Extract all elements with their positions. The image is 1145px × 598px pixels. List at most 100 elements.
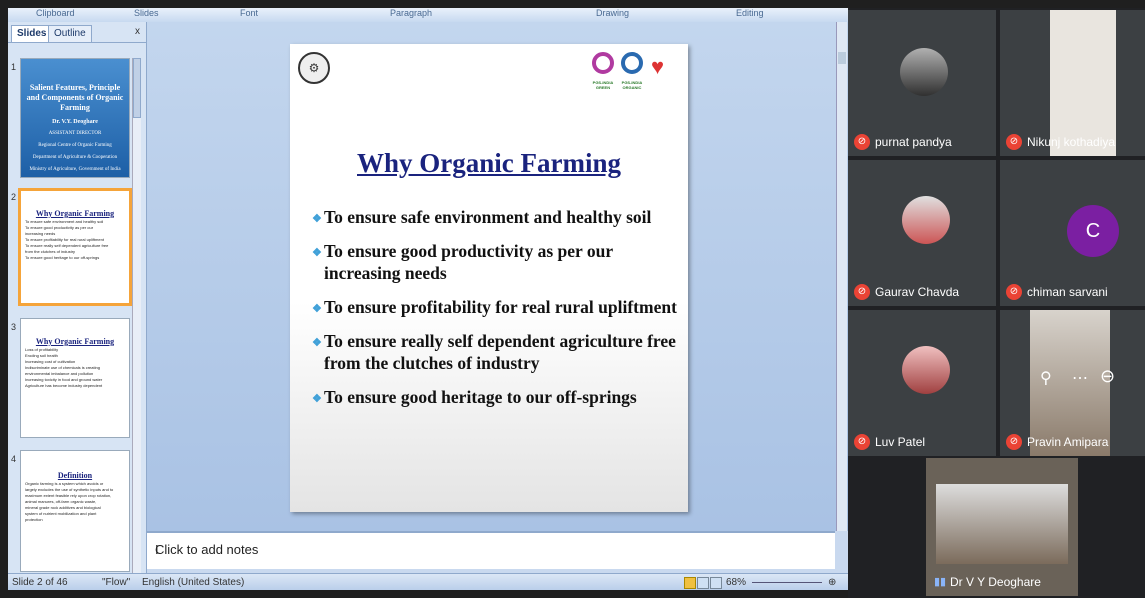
thumb-line: To ensure really self dependent agricult… bbox=[25, 243, 109, 248]
remove-icon[interactable]: ⊖ bbox=[1100, 366, 1115, 387]
ribbon-editing[interactable]: Editing bbox=[736, 8, 764, 18]
participant-name: chiman sarvani bbox=[1027, 285, 1108, 299]
thumb-line: Agriculture has become industry dependen… bbox=[25, 383, 103, 388]
ribbon-paragraph[interactable]: Paragraph bbox=[390, 8, 432, 18]
mic-off-icon: ⊘ bbox=[1006, 434, 1022, 450]
mic-off-icon: ⊘ bbox=[854, 284, 870, 300]
meeting-panel: ⊘ purnat pandya ⊘ Nikunj kothadiya ⊘ Gau… bbox=[848, 8, 1145, 598]
participant-name: Pravin Amipara bbox=[1027, 435, 1109, 449]
mic-off-icon: ⊘ bbox=[854, 434, 870, 450]
notes-pane[interactable]: Click to add notes I bbox=[147, 531, 835, 569]
thumb-line: To ensure good heritage to our off-sprin… bbox=[25, 255, 100, 260]
slideshow-icon[interactable] bbox=[710, 577, 722, 589]
zoom-slider[interactable] bbox=[752, 582, 822, 583]
text-cursor-icon: I bbox=[155, 542, 159, 557]
slide-thumbnail-3[interactable]: Why Organic Farming Loss of profitabilit… bbox=[20, 318, 130, 438]
thumb-title: Why Organic Farming bbox=[35, 337, 115, 346]
participant-tile[interactable]: C ⊘ chiman sarvani bbox=[1000, 160, 1145, 306]
ribbon-drawing[interactable]: Drawing bbox=[596, 8, 629, 18]
video-feed bbox=[936, 484, 1068, 564]
thumbnail-scrollbar[interactable] bbox=[132, 58, 141, 578]
thumb-number: 4 bbox=[11, 454, 17, 464]
ribbon-slides[interactable]: Slides bbox=[134, 8, 159, 18]
ribbon-font[interactable]: Font bbox=[240, 8, 258, 18]
tab-slides[interactable]: Slides bbox=[11, 25, 53, 42]
tab-outline[interactable]: Outline bbox=[48, 25, 92, 42]
zoom-level[interactable]: 68% bbox=[726, 577, 746, 588]
thumb-author: Dr. V.Y. Deoghare bbox=[52, 119, 98, 125]
more-options-icon[interactable]: ⋯ bbox=[1072, 368, 1088, 388]
thumb-line: Department of Agriculture & Cooperation bbox=[32, 155, 118, 160]
thumb-line: Increasing cost of cultivation bbox=[25, 359, 76, 364]
thumb-line: ASSISTANT DIRECTOR bbox=[48, 131, 102, 136]
pgs-green-label: PGS-INDIA GREEN bbox=[592, 80, 614, 90]
thumb-line: To ensure good productivity as per our bbox=[25, 225, 94, 230]
fit-slide-icon[interactable]: ⊕ bbox=[828, 577, 836, 588]
slide-canvas[interactable]: ⚙ PGS-INDIA GREEN PGS-INDIA ORGANIC ♥ Wh… bbox=[290, 44, 688, 512]
slide-scrollbar[interactable] bbox=[836, 22, 847, 531]
bullet-diamond-icon: ❖ bbox=[312, 303, 322, 315]
avatar bbox=[902, 346, 950, 394]
participant-tile[interactable]: ⊘ Nikunj kothadiya bbox=[1000, 10, 1145, 156]
pgs-organic-logo: PGS-INDIA ORGANIC bbox=[619, 50, 645, 90]
bullet-text: from the clutches of industry bbox=[324, 353, 540, 373]
slide-thumbnail-1[interactable]: Salient Features, Principle and Componen… bbox=[20, 58, 130, 178]
thumb-line: animal manures, off-farm organic waste, bbox=[25, 499, 97, 504]
participant-name: Nikunj kothadiya bbox=[1027, 135, 1116, 149]
scroll-thumb[interactable] bbox=[133, 58, 141, 118]
thumb-line: largely excludes the use of synthetic in… bbox=[25, 487, 114, 492]
slides-panel: Slides Outline x 1 Salient Features, Pri… bbox=[8, 22, 147, 578]
slide-thumbnail-2[interactable]: Why Organic Farming To ensure safe envir… bbox=[18, 188, 132, 306]
slide-edit-area: ⚙ PGS-INDIA GREEN PGS-INDIA ORGANIC ♥ Wh… bbox=[147, 22, 848, 531]
bullet-text: To ensure good productivity as per our bbox=[324, 241, 614, 261]
thumb-line: Regional Centre of Organic Farming bbox=[38, 143, 112, 148]
logo-group: PGS-INDIA GREEN PGS-INDIA ORGANIC ♥ bbox=[590, 50, 678, 90]
thumb-title: Why Organic Farming bbox=[35, 209, 115, 218]
status-bar: Slide 2 of 46 "Flow" English (United Sta… bbox=[8, 573, 848, 590]
ribbon-clipboard[interactable]: Clipboard bbox=[36, 8, 75, 18]
emblem-logo: ⚙ bbox=[298, 52, 330, 84]
language-indicator[interactable]: English (United States) bbox=[142, 577, 244, 588]
avatar-initial: C bbox=[1067, 205, 1119, 257]
thumb-title: Salient Features, Principle and Componen… bbox=[26, 83, 124, 112]
slide-count: Slide 2 of 46 bbox=[12, 577, 68, 588]
participant-name: purnat pandya bbox=[875, 135, 952, 149]
thumb-line: maximum extent feasible rely upon crop r… bbox=[25, 493, 112, 498]
bullet-diamond-icon: ❖ bbox=[312, 393, 322, 405]
pgs-green-logo: PGS-INDIA GREEN bbox=[590, 50, 616, 90]
thumb-number: 3 bbox=[11, 322, 17, 332]
pin-icon[interactable]: ⚲ bbox=[1040, 368, 1052, 388]
thumb-line: Indiscriminate use of chemicals is creat… bbox=[25, 365, 100, 370]
bullet-list: ❖ To ensure safe environment and healthy … bbox=[312, 206, 680, 420]
mic-off-icon: ⊘ bbox=[854, 134, 870, 150]
close-icon[interactable]: x bbox=[135, 26, 140, 37]
bullet-diamond-icon: ❖ bbox=[312, 337, 322, 349]
participant-tile[interactable]: ⊘ purnat pandya bbox=[848, 10, 996, 156]
bullet-item: ❖ To ensure good heritage to our off-spri… bbox=[312, 386, 680, 408]
mic-off-icon: ⊘ bbox=[1006, 134, 1022, 150]
participant-tile[interactable]: ⊘ Luv Patel bbox=[848, 310, 996, 456]
thumb-line: Eroding soil health bbox=[25, 353, 58, 358]
ribbon-group-labels: Clipboard Slides Font Paragraph Drawing … bbox=[8, 8, 848, 23]
bullet-item: ❖ To ensure safe environment and healthy … bbox=[312, 206, 680, 228]
notes-placeholder: Click to add notes bbox=[155, 542, 259, 557]
bullet-text: To ensure really self dependent agricult… bbox=[324, 331, 676, 351]
powerpoint-window: Clipboard Slides Font Paragraph Drawing … bbox=[8, 8, 848, 590]
participant-name: Dr V Y Deoghare bbox=[950, 575, 1041, 589]
thumb-line: To ensure profitability for real rural u… bbox=[25, 237, 104, 242]
participant-name: Luv Patel bbox=[875, 435, 926, 449]
bullet-item: ❖ To ensure profitability for real rural … bbox=[312, 296, 680, 318]
scroll-thumb[interactable] bbox=[838, 52, 846, 64]
avatar bbox=[902, 196, 950, 244]
thumb-number: 2 bbox=[11, 192, 17, 202]
participant-tile[interactable]: ⚲ ⋯ ⊖ ⊘ Pravin Amipara bbox=[1000, 310, 1145, 456]
participant-tile[interactable]: ⊘ Gaurav Chavda bbox=[848, 160, 996, 306]
bullet-text: To ensure safe environment and healthy s… bbox=[324, 207, 652, 227]
thumb-line: protection bbox=[25, 517, 43, 522]
normal-view-icon[interactable] bbox=[684, 577, 696, 589]
bullet-item: ❖ To ensure really self dependent agricul… bbox=[312, 330, 680, 374]
participant-name: Gaurav Chavda bbox=[875, 285, 960, 299]
slide-sorter-icon[interactable] bbox=[697, 577, 709, 589]
presenter-tile[interactable]: ▮▮ Dr V Y Deoghare bbox=[926, 458, 1078, 596]
slide-thumbnail-4[interactable]: Definition Organic farming is a system w… bbox=[20, 450, 130, 572]
